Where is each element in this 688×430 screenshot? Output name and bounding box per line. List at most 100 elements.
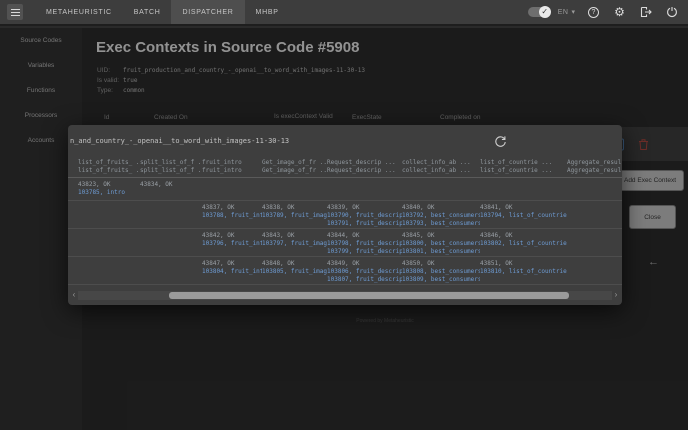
grid-cell: 43840, OK103792, best_consumers103793, b…	[402, 204, 480, 228]
task-id-status: 43849, OK	[327, 260, 398, 268]
grid-column-header-line: list_of_countrie ...	[480, 167, 563, 175]
scroll-left-icon[interactable]: ‹	[70, 290, 78, 300]
variable-link[interactable]: 103810, list_of_countries	[480, 268, 563, 276]
grid-column-header: collect_info_ab ...collect_info_ab ...	[402, 159, 480, 175]
dialog-title: n_and_country_-_openai__to_word_with_ima…	[70, 137, 289, 145]
task-id-status: 43837, OK	[202, 204, 258, 212]
grid-column-header-line: list_of_fruits_ ...	[78, 167, 136, 175]
variable-link[interactable]: 103789, fruit_image	[262, 212, 323, 220]
grid-column-header-line: split_list_of_f ...	[140, 159, 198, 167]
settings-gear-icon[interactable]: ⚙	[613, 6, 626, 19]
task-id-status: 43851, OK	[480, 260, 563, 268]
grid-cell: 43848, OK103805, fruit_image	[262, 260, 327, 284]
variable-link[interactable]: 103785, intro	[78, 189, 136, 197]
grid-cell: 43838, OK103789, fruit_image	[262, 204, 327, 228]
grid-cell: 43834, OK	[140, 181, 202, 197]
chevron-down-icon[interactable]: ▾	[571, 8, 575, 16]
grid-column-header: Request_descrip ...Request_descrip ...	[327, 159, 402, 175]
nav-item-batch[interactable]: BATCH	[123, 0, 172, 24]
task-id-status: 43846, OK	[480, 232, 563, 240]
task-id-status: 43847, OK	[202, 260, 258, 268]
task-id-status: 43838, OK	[262, 204, 323, 212]
grid-row: 43847, OK103804, fruit_intro43848, OK103…	[68, 257, 622, 285]
task-id-status: 43845, OK	[402, 232, 476, 240]
grid-column-header-line: list_of_fruits_ ...	[78, 159, 136, 167]
variable-link[interactable]: 103792, best_consumers	[402, 212, 476, 220]
nav-item-dispatcher[interactable]: DISPATCHER	[171, 0, 244, 24]
task-id-status: 43823, OK	[78, 181, 136, 189]
task-id-status: 43844, OK	[327, 232, 398, 240]
variable-link[interactable]: 103799, fruit_description,raw	[327, 248, 398, 256]
variable-link[interactable]: 103791, fruit_description,raw	[327, 220, 398, 228]
variable-link[interactable]: 103793, best_consumers,raw	[402, 220, 476, 228]
exec-context-state-dialog: n_and_country_-_openai__to_word_with_ima…	[68, 125, 622, 305]
task-id-status: 43839, OK	[327, 204, 398, 212]
grid-cell: 43851, OK103810, list_of_countries	[480, 260, 567, 284]
grid-row: 43823, OK103785, intro43834, OK	[68, 178, 622, 201]
refresh-icon[interactable]	[494, 135, 507, 148]
task-id-status: 43840, OK	[402, 204, 476, 212]
logout-icon[interactable]	[639, 6, 652, 19]
variable-link[interactable]: 103794, list_of_countries	[480, 212, 563, 220]
horizontal-scrollbar: ‹ ›	[70, 290, 620, 300]
scrollbar-thumb[interactable]	[169, 292, 570, 299]
variable-link[interactable]: 103808, best_consumers	[402, 268, 476, 276]
grid-column-header-line: collect_info_ab ...	[402, 167, 476, 175]
top-navigation-bar: METAHEURISTIC BATCH DISPATCHER MHBP ✓ EN…	[0, 0, 688, 26]
grid-column-header: list_of_fruits_ ...list_of_fruits_ ...	[78, 159, 140, 175]
task-id-status: 43841, OK	[480, 204, 563, 212]
grid-cell: 43847, OK103804, fruit_intro	[202, 260, 262, 284]
grid-column-header-line: Aggregate_resul ...	[567, 159, 622, 167]
variable-link[interactable]: 103807, fruit_description,raw	[327, 276, 398, 284]
task-id-status: 43842, OK	[202, 232, 258, 240]
grid-cell: 43845, OK103800, best_consumers103801, b…	[402, 232, 480, 256]
scrollbar-track[interactable]	[78, 291, 612, 300]
task-id-status: 43848, OK	[262, 260, 323, 268]
task-id-status: 43850, OK	[402, 260, 476, 268]
hamburger-menu-icon[interactable]	[7, 4, 23, 20]
grid-header-row: list_of_fruits_ ...list_of_fruits_ ...sp…	[68, 155, 622, 178]
grid-row: 43842, OK103796, fruit_intro43843, OK103…	[68, 229, 622, 257]
grid-column-header-line: Get_image_of_fr ...	[262, 159, 323, 167]
nav-item-metaheuristic[interactable]: METAHEURISTIC	[35, 0, 123, 24]
main-nav: METAHEURISTIC BATCH DISPATCHER MHBP	[35, 0, 290, 24]
task-id-status: 43834, OK	[140, 181, 198, 189]
variable-link[interactable]: 103804, fruit_intro	[202, 268, 258, 276]
scroll-right-icon[interactable]: ›	[612, 290, 620, 300]
grid-cell: 43843, OK103797, fruit_image	[262, 232, 327, 256]
variable-link[interactable]: 103805, fruit_image	[262, 268, 323, 276]
variable-link[interactable]: 103796, fruit_intro	[202, 240, 258, 248]
grid-column-header-line: collect_info_ab ...	[402, 159, 476, 167]
power-icon[interactable]	[665, 6, 678, 19]
nav-item-mhbp[interactable]: MHBP	[245, 0, 290, 24]
variable-link[interactable]: 103788, fruit_intro	[202, 212, 258, 220]
variable-link[interactable]: 103797, fruit_image	[262, 240, 323, 248]
variable-link[interactable]: 103798, fruit_description	[327, 240, 398, 248]
variable-link[interactable]: 103800, best_consumers	[402, 240, 476, 248]
variable-link[interactable]: 103802, list_of_countries	[480, 240, 563, 248]
grid-cell: 43841, OK103794, list_of_countries	[480, 204, 567, 228]
grid-cell: 43849, OK103806, fruit_description103807…	[327, 260, 402, 284]
variable-link[interactable]: 103809, best_consumers,raw	[402, 276, 476, 284]
grid-cell: 43842, OK103796, fruit_intro	[202, 232, 262, 256]
grid-column-header-line: split_list_of_f ...	[140, 167, 198, 175]
help-icon[interactable]: ?	[587, 6, 600, 19]
grid-column-header: list_of_countrie ...list_of_countrie ...	[480, 159, 567, 175]
toggle-check-icon: ✓	[539, 6, 551, 18]
grid-column-header: fruit_introfruit_intro	[202, 159, 262, 175]
variable-link[interactable]: 103806, fruit_description	[327, 268, 398, 276]
task-id-status: 43843, OK	[262, 232, 323, 240]
grid-cell: 43850, OK103808, best_consumers103809, b…	[402, 260, 480, 284]
variable-link[interactable]: 103790, fruit_description	[327, 212, 398, 220]
grid-cell: 43844, OK103798, fruit_description103799…	[327, 232, 402, 256]
grid-column-header: Get_image_of_fr ...Get_image_of_fr ...	[262, 159, 327, 175]
app-window: METAHEURISTIC BATCH DISPATCHER MHBP ✓ EN…	[0, 0, 688, 430]
dark-mode-toggle[interactable]: ✓	[528, 7, 550, 17]
grid-column-header-line: fruit_intro	[202, 159, 258, 167]
language-selector[interactable]: EN	[558, 9, 569, 16]
grid-cell: 43837, OK103788, fruit_intro	[202, 204, 262, 228]
grid-cell: 43823, OK103785, intro	[78, 181, 140, 197]
grid-column-header-line: list_of_countrie ...	[480, 159, 563, 167]
grid-column-header-line: Aggregate_resul ...	[567, 167, 622, 175]
variable-link[interactable]: 103801, best_consumers,raw	[402, 248, 476, 256]
